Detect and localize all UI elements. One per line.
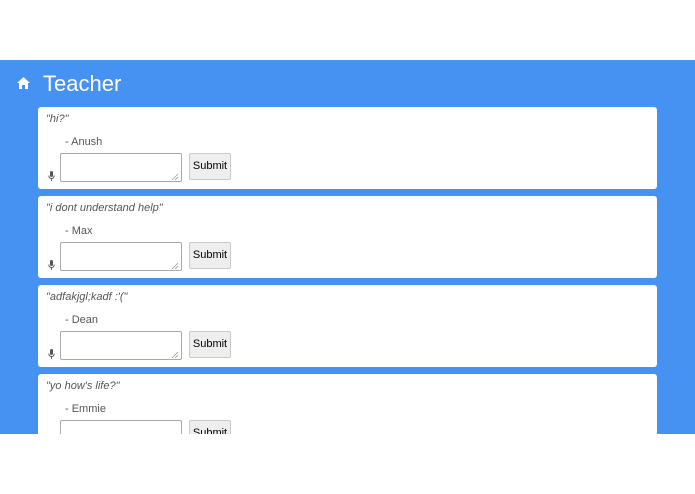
question-list: "hi?" - Anush Submit "i dont understand … [38,107,657,434]
question-card: "i dont understand help" - Max Submit [38,196,657,278]
submit-button[interactable]: Submit [189,420,231,434]
resize-grip-icon[interactable] [171,262,179,270]
home-icon[interactable] [16,76,31,90]
question-author: - Dean [65,314,99,326]
question-author: - Anush [65,136,103,148]
microphone-icon[interactable] [48,349,55,359]
question-text: "i dont understand help" [46,202,163,214]
submit-button[interactable]: Submit [189,331,231,358]
question-card: "yo how's life?" - Emmie Submit [38,374,657,434]
reply-input[interactable] [60,153,182,182]
question-author: - Emmie [65,403,106,415]
microphone-icon[interactable] [48,171,55,181]
reply-input[interactable] [60,420,182,434]
reply-input[interactable] [60,242,182,271]
reply-input[interactable] [60,331,182,360]
submit-button[interactable]: Submit [189,242,231,269]
submit-button[interactable]: Submit [189,153,231,180]
question-card: "hi?" - Anush Submit [38,107,657,189]
question-text: "hi?" [46,113,69,125]
page-title: Teacher [43,71,122,96]
resize-grip-icon[interactable] [171,351,179,359]
resize-grip-icon[interactable] [171,173,179,181]
question-author: - Max [65,225,93,237]
question-card: "adfakjgl;kadf :'(" - Dean Submit [38,285,657,367]
microphone-icon[interactable] [48,260,55,270]
header: Teacher [0,60,695,108]
question-text: "yo how's life?" [46,380,120,392]
question-text: "adfakjgl;kadf :'(" [46,291,128,303]
teacher-page: Teacher "hi?" - Anush Submit "i dont und… [0,60,695,434]
